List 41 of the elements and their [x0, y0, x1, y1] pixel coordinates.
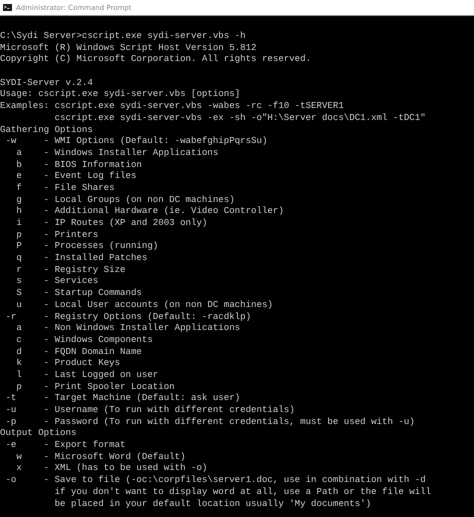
console-line: w - Microsoft Word (Default) [15, 450, 186, 462]
console-line: p - Print Spooler Location [15, 380, 175, 392]
console-line: Examples: cscript.exe sydi-server.vbs -wabes -rc -f10 -tSERVER1 [0, 100, 344, 112]
console-line: Usage: cscript.exe sydi-server.vbs [options] [0, 88, 240, 100]
console-line: b - BIOS Information [15, 158, 142, 170]
console-line: k - Product Keys [15, 357, 120, 369]
console-line: d - FQDN Domain Name [15, 346, 142, 358]
console-line: Microsoft (R) Windows Script Host Version 5.812 [0, 42, 256, 54]
console-line: p - Printers [15, 228, 98, 240]
console-line: i - IP Routes (XP and 2003 only) [15, 217, 208, 229]
console-line: Output Options [0, 427, 76, 440]
console-line: c - Windows Components [15, 334, 153, 346]
console-line: -r - Registry Options (Default: -racdklp) [4, 310, 252, 322]
console-line: u - Local User accounts (on non DC machines) [15, 298, 273, 310]
console-line: h - Additional Hardware (ie. Video Controller) [15, 205, 284, 217]
console-line: r - Registry Size [15, 264, 126, 276]
console-line: be placed in your default location usually 'My documents') [54, 498, 372, 510]
console-line: -e - Export format [4, 439, 126, 451]
console-line: e - Event Log files [15, 170, 136, 182]
console-line: a - Windows Installer Applications [15, 146, 218, 159]
console-line: l - Last Logged on user [15, 368, 158, 381]
console-line: a - Non Windows Installer Applications [15, 322, 240, 334]
console-line: -w - WMI Options (Default: -wabefghipPqrsSu) [4, 135, 268, 147]
console-line: x - XML (has to be used with -o) [15, 462, 208, 474]
console-line: P - Processes (running) [15, 240, 158, 252]
console-line: -o - Save to file (-oc:\corpfiles\server1.doc, use in combination with -d [4, 474, 426, 486]
console-line: -p - Password (To run with different credentials, must be used with -u) [4, 416, 415, 428]
console-line: if you don't want to display word at all, use a Path or the file will [54, 486, 432, 498]
console-line: -u - Username (To run with different credentials) [4, 404, 295, 416]
console-line: q - Installed Patches [15, 252, 148, 264]
console-line: SYDI-Server v.2.4 [0, 76, 93, 88]
console-line: Copyright (C) Microsoft Corporation. All rights reserved. [0, 53, 312, 66]
console-line: -t - Target Machine (Default: ask user) [4, 392, 240, 404]
console-line: s - Services [15, 275, 98, 288]
console-line: C:\Sydi Server>cscript.exe sydi-server.vbs -h [0, 30, 246, 42]
console-line: f - File Shares [15, 182, 115, 194]
console-line: g - Local Groups (on non DC machines) [15, 194, 235, 206]
console-line: cscript.exe sydi-server-vbs -ex -sh -o"H:\Server docs\DC1.xml -tDC1" [54, 112, 426, 124]
console-icon [3, 4, 12, 11]
console-line: Gathering Options [0, 124, 93, 136]
console-line: S - Startup Commands [15, 287, 142, 299]
